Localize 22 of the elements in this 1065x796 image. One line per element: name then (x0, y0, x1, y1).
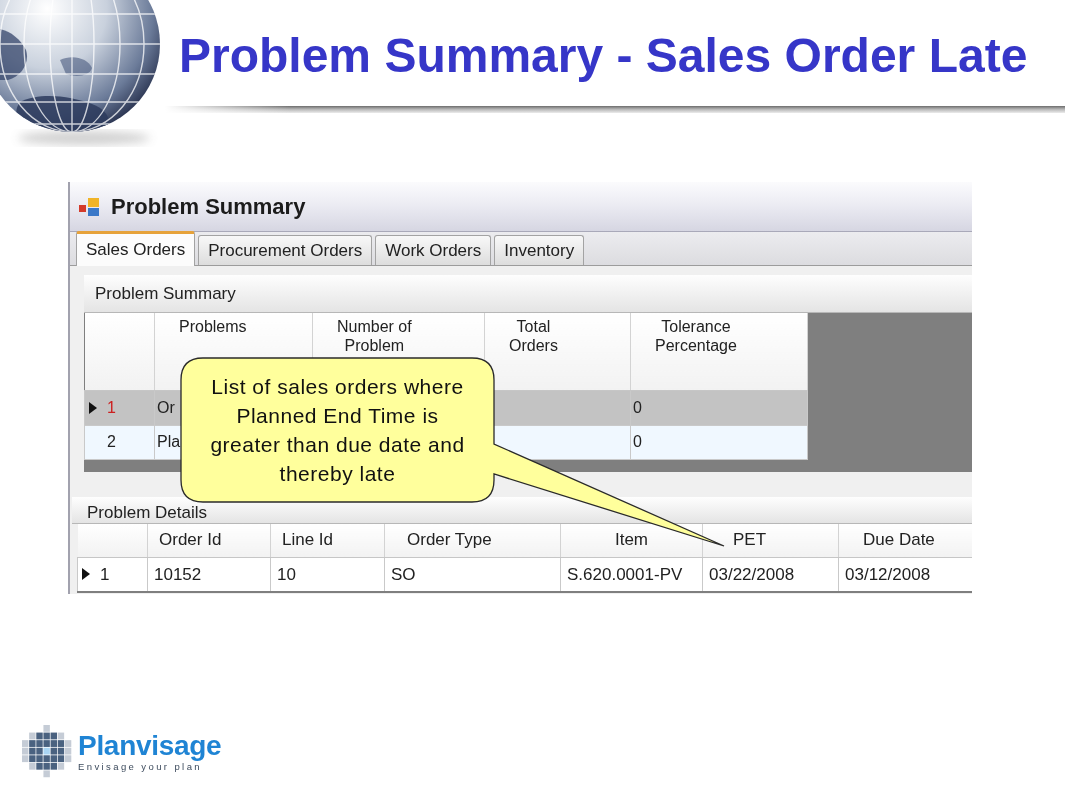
row-header[interactable]: 1 (77, 557, 148, 592)
logo-wordmark: Planvisage (78, 731, 222, 761)
section-header: Problem Summary (84, 275, 972, 313)
column-header[interactable]: PET (733, 530, 767, 549)
tab[interactable]: Work Orders (375, 235, 492, 265)
column-header[interactable]: Item (614, 530, 649, 549)
tolerance-value: 0 (633, 433, 642, 450)
callout-text: List of sales orders where Planned End Time is greater than due date and thereby late (210, 374, 465, 487)
tab[interactable]: Inventory (494, 235, 585, 265)
app-icon (79, 196, 101, 217)
problem-name: Pla (157, 433, 181, 450)
row-header[interactable]: 2 (84, 425, 155, 459)
logo-tagline: Envisage your plan (78, 761, 203, 772)
tab[interactable]: Procurement Orders (198, 235, 373, 265)
problem-name: Or (157, 398, 175, 416)
tab[interactable]: Sales Orders (76, 231, 196, 266)
window-title: Problem Summary (111, 193, 306, 221)
column-header[interactable]: Total Orders (509, 317, 558, 355)
slide-title: Problem Summary - Sales Order Late (179, 29, 1029, 83)
tolerance-value: 0 (633, 398, 642, 416)
column-header[interactable]: Problems (179, 317, 247, 336)
logo-icon (22, 725, 72, 778)
